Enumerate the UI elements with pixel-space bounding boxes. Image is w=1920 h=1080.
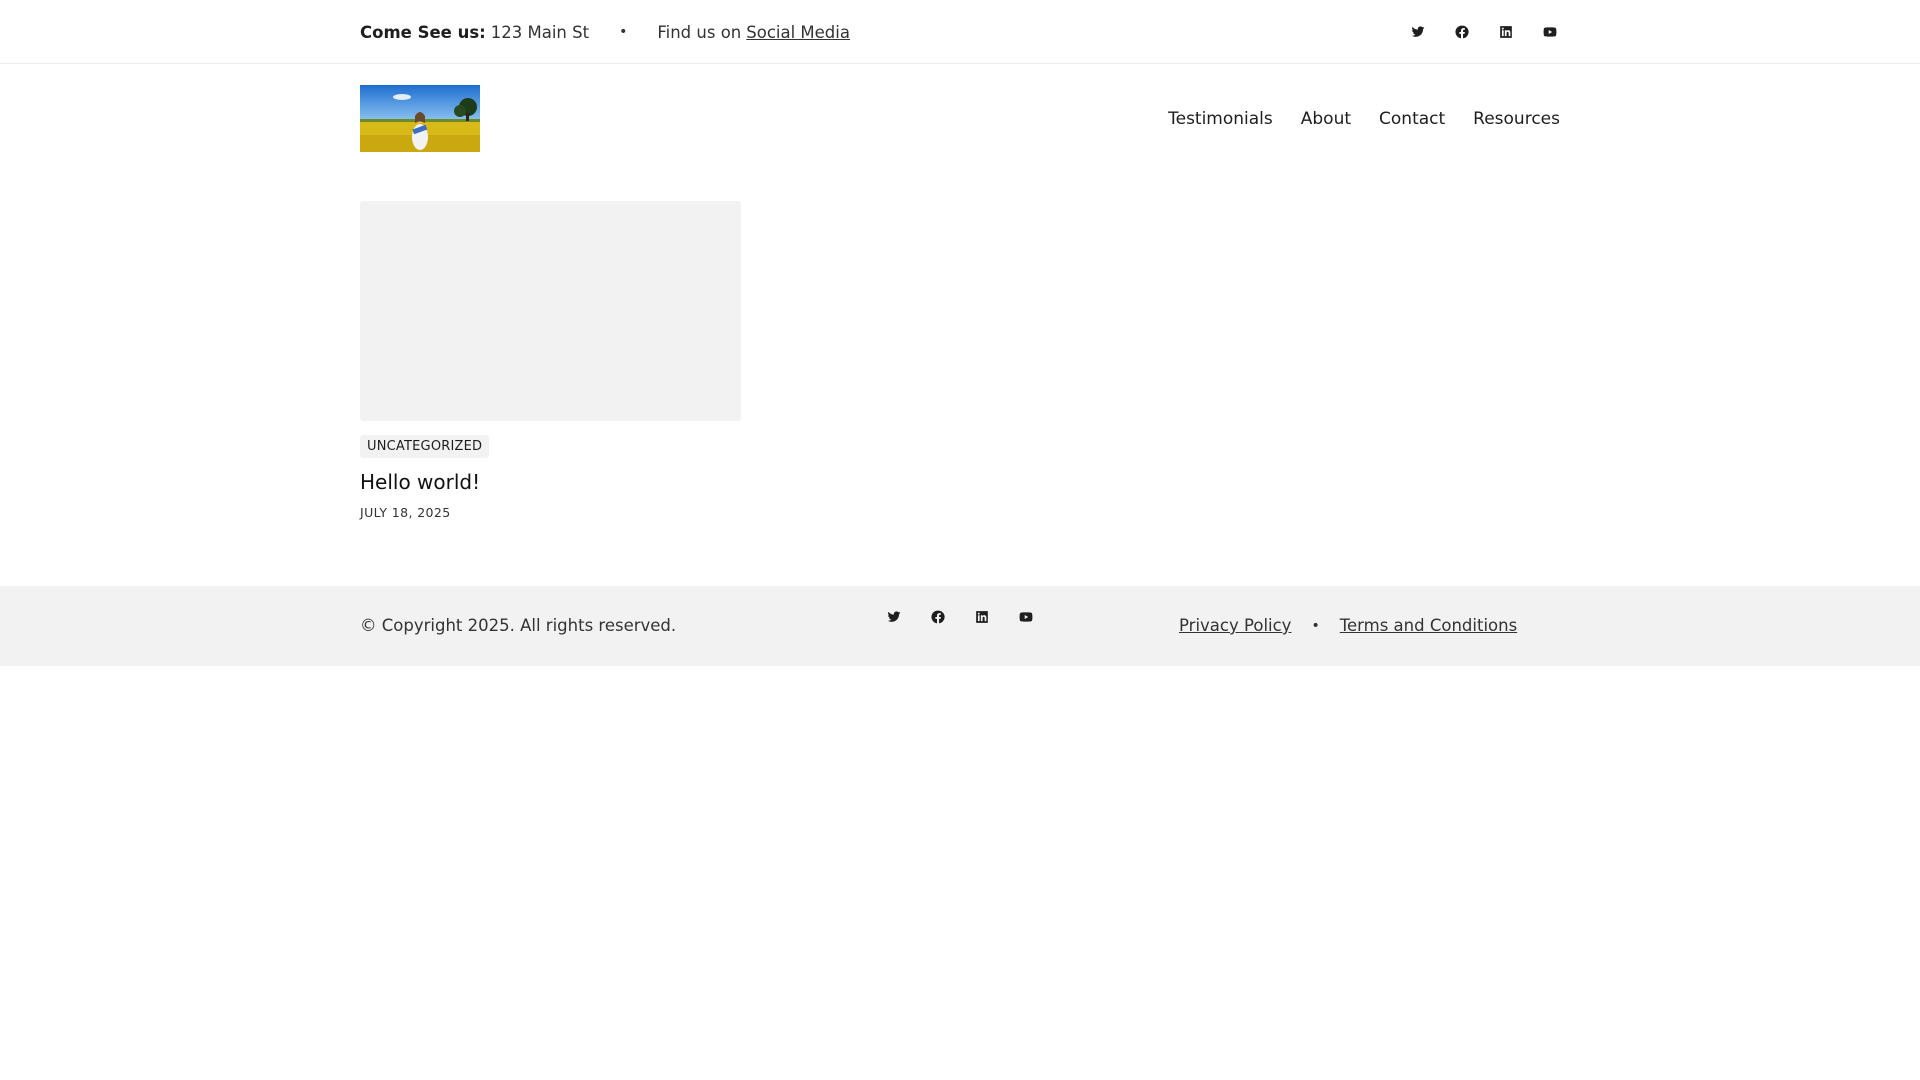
nav-item-testimonials[interactable]: Testimonials bbox=[1168, 109, 1273, 129]
nav-item-about[interactable]: About bbox=[1301, 109, 1351, 129]
find-us-text: Find us on bbox=[657, 22, 742, 42]
post-date: JULY 18, 2025 bbox=[360, 505, 451, 520]
contact-info: Come See us: 123 Main St • Find us on So… bbox=[360, 23, 850, 42]
visit-label: Come See us: bbox=[360, 22, 486, 42]
top-social-icons bbox=[1408, 22, 1560, 42]
youtube-icon[interactable] bbox=[1540, 22, 1560, 42]
linkedin-icon[interactable] bbox=[1496, 22, 1516, 42]
post-category-badge[interactable]: UNCATEGORIZED bbox=[360, 435, 490, 458]
social-media-link[interactable]: Social Media bbox=[746, 23, 850, 42]
separator-dot: • bbox=[619, 24, 628, 40]
site-logo[interactable] bbox=[360, 85, 480, 152]
address-text: 123 Main St bbox=[490, 22, 590, 42]
nav-item-contact[interactable]: Contact bbox=[1379, 109, 1445, 129]
copyright-text: © Copyright 2025. All rights reserved. bbox=[360, 616, 677, 635]
footer-social-icons bbox=[884, 597, 1036, 637]
post-title[interactable]: Hello world! bbox=[360, 470, 741, 494]
facebook-icon[interactable] bbox=[928, 607, 948, 627]
facebook-icon[interactable] bbox=[1452, 22, 1472, 42]
footer-links: Privacy Policy • Terms and Conditions bbox=[1179, 616, 1517, 635]
twitter-icon[interactable] bbox=[1408, 22, 1428, 42]
twitter-icon[interactable] bbox=[884, 607, 904, 627]
terms-and-conditions-link[interactable]: Terms and Conditions bbox=[1340, 616, 1517, 635]
youtube-icon[interactable] bbox=[1016, 607, 1036, 627]
nav-item-resources[interactable]: Resources bbox=[1473, 109, 1560, 129]
main-nav: Testimonials About Contact Resources bbox=[1168, 109, 1560, 129]
privacy-policy-link[interactable]: Privacy Policy bbox=[1179, 616, 1291, 635]
top-bar: Come See us: 123 Main St • Find us on So… bbox=[0, 0, 1920, 64]
site-footer: © Copyright 2025. All rights reserved. P… bbox=[0, 586, 1920, 666]
post-thumbnail[interactable] bbox=[360, 201, 741, 421]
separator-dot: • bbox=[1311, 617, 1320, 634]
post-card: UNCATEGORIZED Hello world! JULY 18, 2025 bbox=[360, 201, 741, 520]
linkedin-icon[interactable] bbox=[972, 607, 992, 627]
